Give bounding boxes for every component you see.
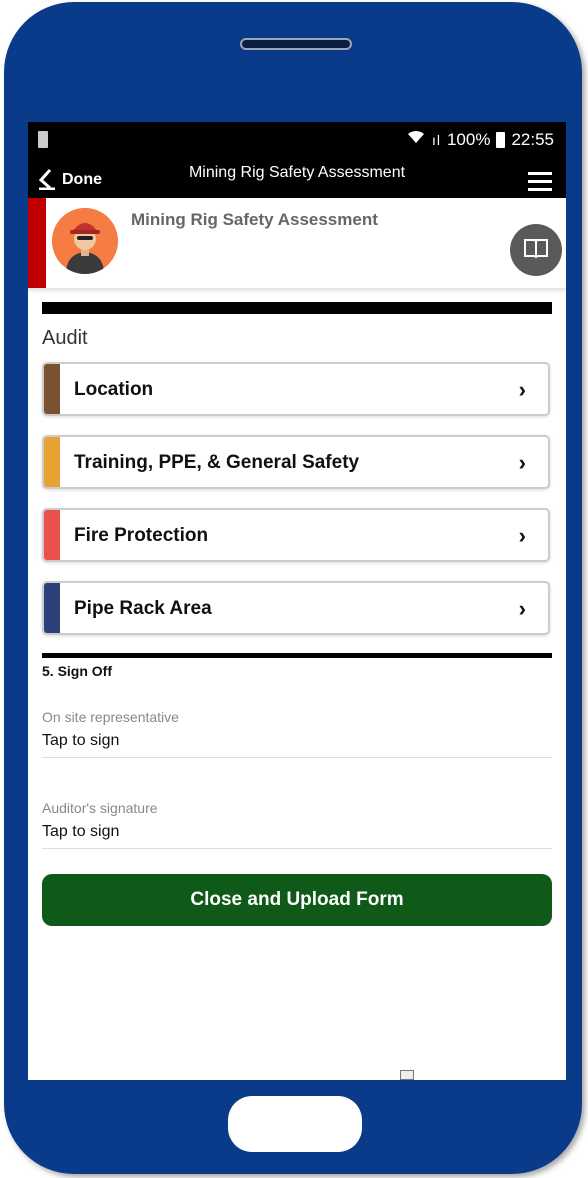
form-title: Mining Rig Safety Assessment (131, 210, 378, 229)
hamburger-menu-icon[interactable] (528, 172, 552, 191)
nav-bar: Done Mining Rig Safety Assessment (28, 158, 566, 198)
speaker-grille (240, 38, 352, 50)
battery-percent: 100% (446, 129, 491, 149)
home-button[interactable] (228, 1096, 362, 1152)
nav-title: Mining Rig Safety Assessment (188, 164, 406, 181)
field-underline (42, 757, 552, 758)
section-fire-protection[interactable]: Fire Protection › (42, 508, 550, 562)
signal-icon: ıl (431, 131, 441, 148)
section-accent (44, 364, 60, 414)
section-label: Fire Protection (74, 525, 209, 546)
section-accent (44, 583, 60, 633)
signoff-title: 5. Sign Off (42, 663, 112, 679)
worker-avatar-icon (52, 208, 118, 274)
section-training-ppe[interactable]: Training, PPE, & General Safety › (42, 435, 550, 489)
status-right: ıl 100% 22:55 (406, 129, 554, 150)
open-book-button[interactable] (510, 224, 562, 276)
notification-battery-icon (38, 131, 48, 148)
rep-signature-field[interactable]: Tap to sign (42, 732, 119, 750)
header-accent-bar (28, 198, 46, 288)
book-icon (523, 237, 549, 264)
phone-frame: ıl 100% 22:55 Done Mining Rig Safety Ass… (4, 2, 582, 1174)
keyboard-icon (400, 1070, 414, 1080)
chevron-right-icon: › (518, 450, 526, 475)
signoff-divider (42, 653, 552, 658)
status-bar: ıl 100% 22:55 (28, 122, 566, 158)
section-label: Training, PPE, & General Safety (74, 452, 360, 473)
section-label: Location (74, 379, 154, 400)
section-divider-bar (42, 302, 552, 314)
audit-heading: Audit (42, 327, 88, 349)
rep-signature-label: On site representative (42, 709, 179, 725)
auditor-signature-label: Auditor's signature (42, 800, 158, 816)
chevron-right-icon: › (518, 523, 526, 548)
section-location[interactable]: Location › (42, 362, 550, 416)
section-pipe-rack-area[interactable]: Pipe Rack Area › (42, 581, 550, 635)
section-label: Pipe Rack Area (74, 598, 212, 619)
app-screen: ıl 100% 22:55 Done Mining Rig Safety Ass… (28, 122, 566, 1080)
wifi-icon (406, 129, 426, 150)
chevron-right-icon: › (518, 377, 526, 402)
battery-icon (496, 131, 506, 148)
section-accent (44, 510, 60, 560)
chevron-right-icon: › (518, 596, 526, 621)
auditor-signature-field[interactable]: Tap to sign (42, 823, 119, 841)
clock: 22:55 (511, 129, 554, 149)
close-upload-button[interactable]: Close and Upload Form (42, 874, 552, 926)
form-header: Mining Rig Safety Assessment (28, 198, 566, 289)
field-underline (42, 848, 552, 849)
section-accent (44, 437, 60, 487)
